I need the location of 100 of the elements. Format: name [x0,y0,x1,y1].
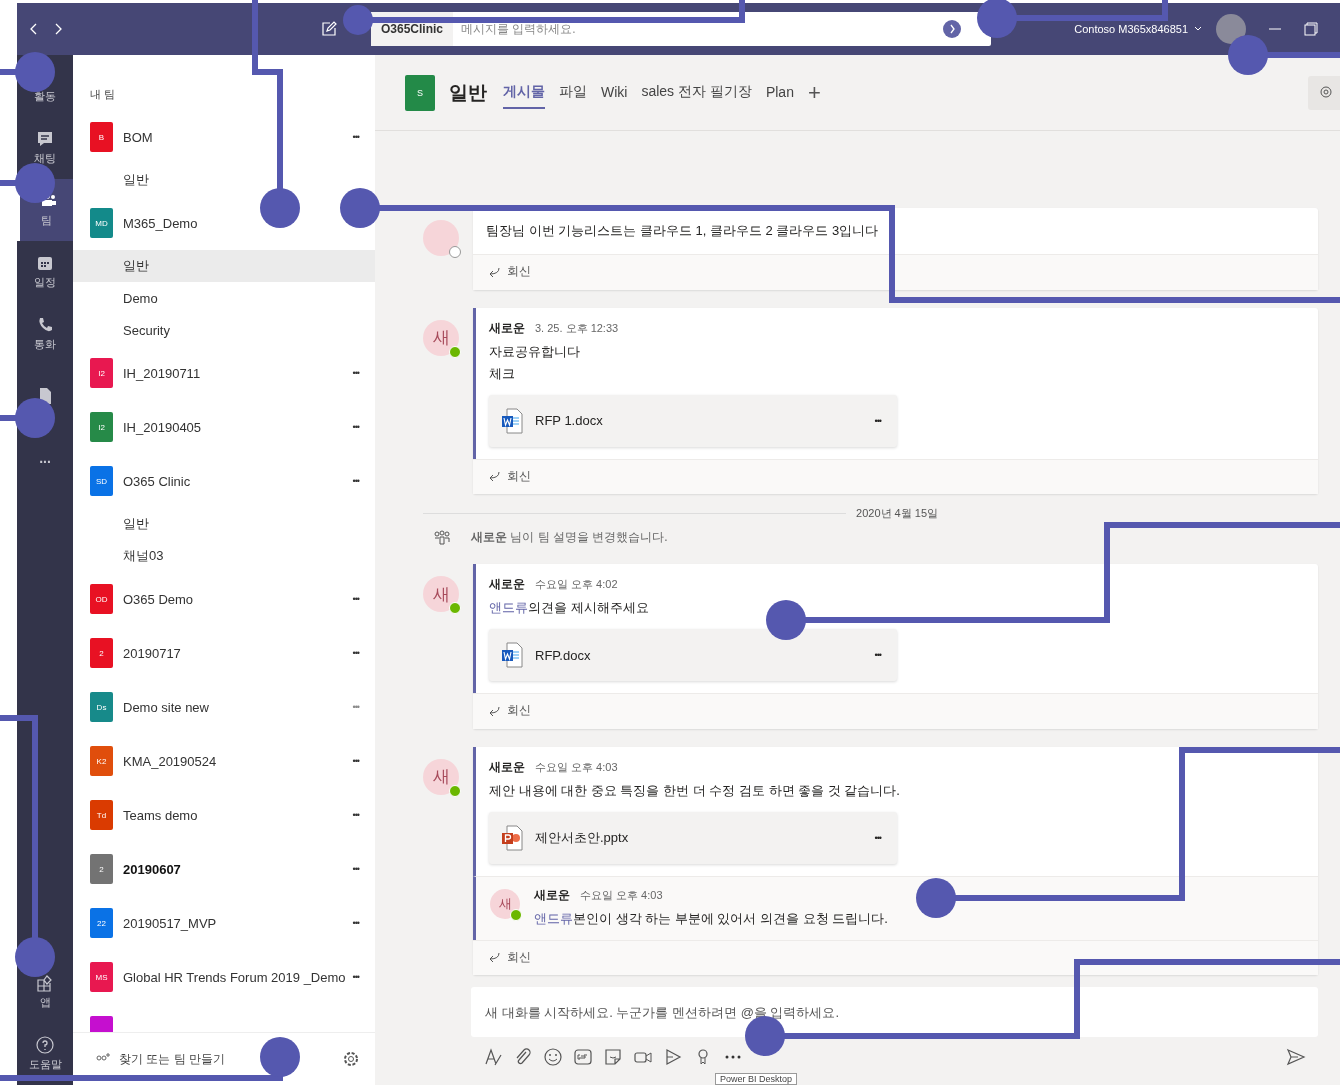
team-button[interactable] [1308,75,1340,110]
team-name: Teams demo [123,807,199,823]
app-bar-item[interactable]: 통화 [17,303,73,365]
more-options-button[interactable]: ••• [352,972,359,982]
more-options-button[interactable]: ••• [352,648,359,658]
settings-icon[interactable] [343,1051,359,1067]
more-options-button[interactable]: ••• [352,132,359,142]
more-options-button[interactable]: ••• [352,702,359,712]
app-bar-item[interactable]: 일정 [17,241,73,303]
more-options-button[interactable]: ••• [352,810,359,820]
team-tile: K2 [90,746,113,776]
channel-tab[interactable]: Plan [765,77,794,108]
system-message: 새로운 님이 팀 설명을 변경했습니다. [471,529,668,546]
team-item[interactable]: MS Global HR Trends Forum 2019 _Demo ••• [73,950,375,1004]
message-text: 자료공유합니다 [489,342,581,361]
team-item[interactable]: I2 IH_20190711 ••• [73,346,375,400]
channel-item[interactable]: Security [73,314,375,346]
sticker-icon[interactable] [603,1047,623,1067]
team-tile: OD [90,584,113,614]
team-item[interactable]: 2 20190717 ••• [73,626,375,680]
date-divider: 2020년 4월 15일 [856,506,938,521]
team-item[interactable]: Td Teams demo ••• [73,788,375,842]
more-options-button[interactable]: ••• [874,650,881,660]
more-options-button[interactable]: ••• [352,476,359,486]
message-time: 수요일 오후 4:03 [580,887,663,903]
team-item[interactable]: OD O365 Demo ••• [73,572,375,626]
more-options-button[interactable]: ••• [352,918,359,928]
author-name: 새로운 [489,576,525,593]
team-tile: 2 [90,854,113,884]
message-text: 제안 내용에 대한 중요 특징을 한번 더 수정 검토 하면 좋을 것 같습니다. [489,781,901,800]
channel-tab[interactable]: 파일 [559,76,587,109]
reply-button[interactable]: 회신 [487,948,531,966]
more-options-button[interactable]: ••• [874,415,881,426]
channel-item[interactable]: 일반 [73,164,375,196]
file-attachment[interactable]: 제안서초안.pptx ••• [489,811,897,864]
more-options-button[interactable]: ••• [874,832,881,843]
team-item[interactable]: B BOM ••• [73,110,375,164]
team-tile: B [90,122,113,152]
author-name: 새로운 [534,886,570,904]
channel-item[interactable]: 일반 [73,508,375,540]
user-avatar: 새 [423,319,459,356]
reply-button[interactable]: 회신 [487,702,531,719]
join-create-team-link[interactable]: 찾기 또는 팀 만들기 [119,1050,335,1068]
team-item[interactable]: 2 20190607 ••• [73,842,375,896]
chat-icon [36,130,54,148]
message-text: 앤드류본인이 생각 하는 부분에 있어서 의견을 요청 드립니다. [534,909,888,928]
channel-item[interactable]: 일반 [73,250,375,282]
stream-icon[interactable] [663,1047,683,1067]
emoji-icon[interactable] [543,1047,563,1067]
channel-item[interactable]: 채널03 [73,540,375,572]
go-icon[interactable] [943,20,961,38]
reply-button[interactable]: 회신 [487,467,531,485]
chevron-down-icon[interactable] [1194,26,1202,32]
file-attachment[interactable]: RFP.docx ••• [489,629,897,681]
more-options-button[interactable]: ••• [352,594,359,604]
more-options-button[interactable]: ••• [352,422,359,432]
file-name: 제안서초안.pptx [535,828,630,847]
file-attachment[interactable]: RFP 1.docx ••• [489,394,897,447]
team-item[interactable]: 22 20190517_MVP ••• [73,896,375,950]
team-name: Demo site new [123,699,210,715]
mention-link[interactable]: 앤드류 [534,910,573,926]
reply-button[interactable]: 회신 [487,263,531,280]
team-item[interactable]: SD O365 Clinic ••• [73,454,375,508]
callout-pointer [0,52,55,92]
channel-tab[interactable]: Wiki [601,77,628,108]
compose-field[interactable]: 새 대화를 시작하세요. 누군가를 멘션하려면 @을 입력하세요. [471,987,1318,1037]
team-tile: S [405,74,435,111]
compose-icon[interactable] [321,21,337,37]
send-icon[interactable] [1286,1047,1306,1067]
team-members-icon [433,529,451,546]
more-options-button[interactable]: ••• [352,756,359,766]
back-icon[interactable] [29,22,39,36]
mention-link[interactable]: 앤드류 [489,600,528,615]
account-switcher[interactable]: Contoso M365x846851 [1074,23,1188,35]
team-name: IH_20190405 [123,419,203,435]
tooltip: Power BI Desktop [715,1073,798,1085]
team-item[interactable]: K2 KMA_20190524 ••• [73,734,375,788]
format-icon[interactable] [483,1047,503,1067]
more-options-button[interactable]: ••• [352,864,359,874]
more-options-button[interactable]: ••• [352,368,359,378]
eye-icon [1320,85,1332,98]
team-tile: I2 [90,412,113,442]
user-avatar: 새 [423,576,459,612]
channel-tab[interactable]: sales 전자 필기장 [641,76,752,109]
forward-icon[interactable] [53,22,63,36]
restore-icon[interactable] [1304,22,1318,36]
team-item[interactable]: Ds Demo site new ••• [73,680,375,734]
add-tab-button[interactable]: + [807,79,821,106]
channel-tab[interactable]: 게시물 [503,76,545,109]
team-tile: 2 [90,638,113,668]
team-name: IH_20190711 [123,365,202,381]
profile-avatar[interactable] [1216,14,1246,44]
app-bar-item[interactable]: 도움말 [17,1023,73,1085]
message-time: 수요일 오후 4:02 [535,577,618,592]
team-tile: MD [90,208,113,238]
team-item[interactable]: I2 IH_20190405 ••• [73,400,375,454]
search-field[interactable]: 메시지를 입력하세요. [453,22,943,36]
team-tile: MS [90,962,113,992]
channel-item[interactable]: Demo [73,282,375,314]
gif-icon[interactable] [573,1047,593,1067]
